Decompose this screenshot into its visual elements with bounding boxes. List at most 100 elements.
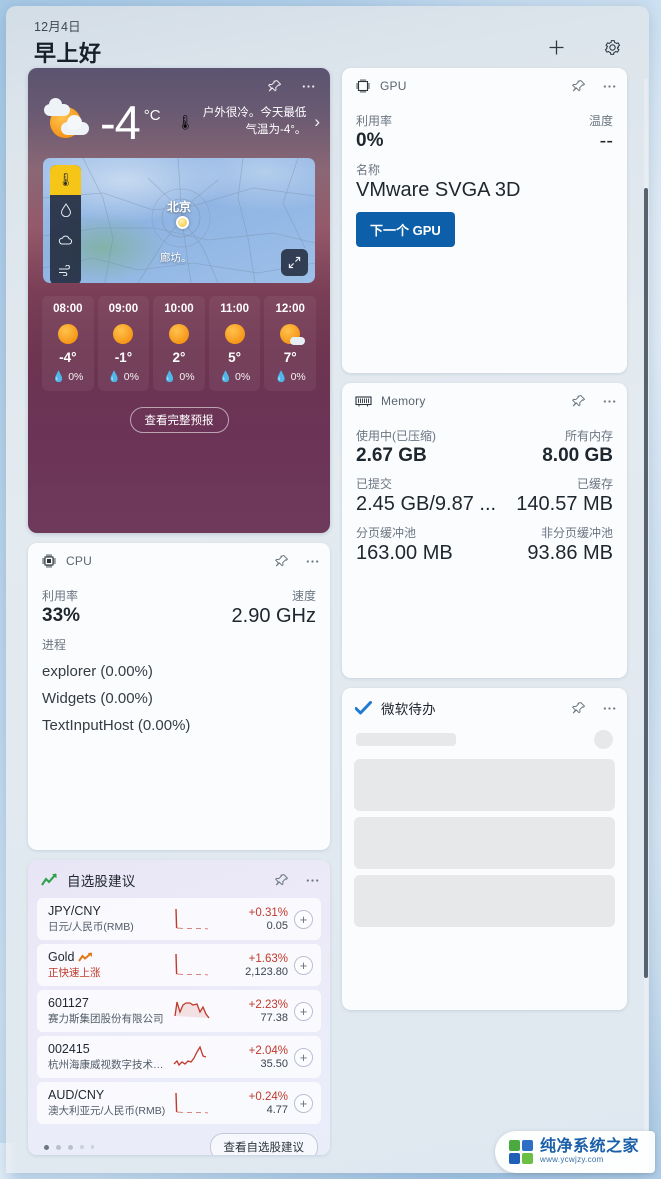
skeleton-task-item <box>354 759 615 811</box>
pin-icon[interactable] <box>570 393 586 409</box>
todo-widget-title: 微软待办 <box>381 702 436 717</box>
cpu-metrics-values: 33% 2.90 GHz <box>42 604 316 628</box>
pin-icon[interactable] <box>273 872 289 888</box>
panel-scrollbar[interactable] <box>644 78 648 1168</box>
add-to-watchlist-button[interactable]: + <box>294 1093 313 1113</box>
stock-change: +2.23% <box>248 998 288 1011</box>
pin-icon[interactable] <box>570 78 586 94</box>
gpu-widget-actions <box>570 78 617 94</box>
skeleton-task-item <box>354 817 615 869</box>
site-watermark: 纯净系统之家 www.ycwjzy.com <box>495 1131 655 1173</box>
watermark-url: www.ycwjzy.com <box>540 1155 604 1165</box>
gpu-name-value: VMware SVGA 3D <box>356 179 521 201</box>
hour-time: 11:00 <box>220 303 249 315</box>
map-tool-temperature[interactable]: 🌡 <box>50 165 81 195</box>
pagination-dot[interactable] <box>90 1145 94 1149</box>
greeting-title: 早上好 <box>34 41 102 66</box>
pin-icon[interactable] <box>570 700 586 716</box>
next-gpu-button[interactable]: 下一个 GPU <box>356 212 455 247</box>
view-watchlist-button[interactable]: 查看自选股建议 <box>209 1133 318 1155</box>
map-layer-toolbar: 🌡 <box>50 165 81 283</box>
stock-symbol: 601127 <box>48 996 89 1010</box>
add-to-watchlist-button[interactable]: + <box>294 955 313 975</box>
checkmark-icon <box>355 701 372 715</box>
map-tool-clouds[interactable] <box>50 225 81 255</box>
pagination-dot[interactable] <box>44 1144 49 1150</box>
gpu-temperature-value: -- <box>599 130 613 152</box>
stock-sparkline <box>173 1045 207 1067</box>
stock-values: +0.24% 4.77 <box>226 1091 288 1116</box>
cpu-widget-body: 利用率 速度 33% 2.90 GHz 进程 explorer (0.00%) … <box>28 575 330 748</box>
more-horizontal-icon[interactable] <box>601 700 617 716</box>
hourly-item[interactable]: 10:00 2° 💧 0% <box>153 296 205 391</box>
scrollbar-thumb[interactable] <box>644 188 648 978</box>
hour-temperature: 7° <box>283 350 297 365</box>
pagination-dot[interactable] <box>80 1145 84 1149</box>
memory-widget-title: Memory <box>381 394 426 408</box>
stock-identity: 601127 赛力斯集团股份有限公司 <box>48 996 166 1026</box>
stock-symbol: 002415 <box>48 1042 90 1056</box>
pin-icon[interactable] <box>266 78 282 94</box>
more-horizontal-icon[interactable] <box>300 78 316 94</box>
more-horizontal-icon[interactable] <box>304 553 320 569</box>
widget-settings-button[interactable] <box>597 32 627 62</box>
watermark-text: 纯净系统之家 www.ycwjzy.com <box>540 1139 639 1165</box>
todo-widget-header: 微软待办 <box>342 688 627 724</box>
add-to-watchlist-button[interactable]: + <box>294 909 313 929</box>
widgets-columns: -4 °C 🌡 户外很冷。今天最低气温为-4°。 › 🌡 北京 廊坊。 08:0… <box>6 68 649 1155</box>
cpu-widget-header: CPU <box>28 543 330 575</box>
stock-row[interactable]: 002415 杭州海康威视数字技术股份... +2.04% 35.50 + <box>37 1036 321 1078</box>
weather-map[interactable]: 🌡 北京 廊坊。 <box>43 158 315 283</box>
todo-widget-actions <box>570 700 617 716</box>
map-tool-precipitation[interactable] <box>50 195 81 225</box>
hourly-item[interactable]: 08:00 -4° 💧 0% <box>42 296 94 391</box>
memory-inuse-label: 使用中(已压缩) <box>356 429 436 443</box>
stock-row[interactable]: 601127 赛力斯集团股份有限公司 +2.23% 77.38 + <box>37 990 321 1032</box>
gpu-utilization-value: 0% <box>356 130 384 151</box>
stock-sparkline <box>175 1092 209 1114</box>
stock-values: +1.63% 2,123.80 <box>226 953 288 978</box>
stock-row[interactable]: AUD/CNY 澳大利亚元/人民币(RMB) +0.24% 4.77 + <box>37 1082 321 1124</box>
cpu-utilization-label: 利用率 <box>42 589 79 603</box>
pin-icon[interactable] <box>273 553 289 569</box>
gpu-temperature-label: 温度 <box>588 114 613 128</box>
more-horizontal-icon[interactable] <box>601 393 617 409</box>
map-city-marker <box>176 216 189 229</box>
stock-identity: Gold 正快速上涨 <box>48 950 166 980</box>
hourly-item[interactable]: 11:00 5° 💧 0% <box>208 296 261 391</box>
memory-widget-actions <box>570 393 617 409</box>
widgets-panel: 12月4日 早上好 -4 °C 🌡 户外很冷。今天最低气温为-4°。 › 🌡 北… <box>6 6 649 1173</box>
add-widget-button[interactable] <box>541 32 571 62</box>
map-tool-wind[interactable] <box>50 255 81 283</box>
weather-widget-actions <box>28 68 330 94</box>
more-horizontal-icon[interactable] <box>601 78 617 94</box>
full-forecast-button[interactable]: 查看完整预报 <box>129 407 229 433</box>
gpu-name-label: 名称 <box>356 163 381 177</box>
more-horizontal-icon[interactable] <box>304 872 320 888</box>
cpu-process-item: TextInputHost (0.00%) <box>42 717 191 734</box>
hourly-item[interactable]: 12:00 7° 💧 0% <box>264 296 316 391</box>
stock-row[interactable]: Gold 正快速上涨 +1.63% 2,123.80 + <box>37 944 321 986</box>
hourly-item[interactable]: 09:00 -1° 💧 0% <box>97 296 150 391</box>
weather-widget[interactable]: -4 °C 🌡 户外很冷。今天最低气温为-4°。 › 🌡 北京 廊坊。 08:0… <box>28 68 330 533</box>
map-expand-button[interactable] <box>281 249 308 276</box>
weather-note-text: 户外很冷。今天最低气温为-4°。 <box>202 107 307 136</box>
stock-name: 正快速上涨 <box>48 967 101 979</box>
stock-row[interactable]: JPY/CNY 日元/人民币(RMB) +0.31% 0.05 + <box>37 898 321 940</box>
hour-precipitation: 💧 0% <box>52 371 84 383</box>
hour-time: 09:00 <box>108 303 139 315</box>
current-temperature: -4 <box>100 95 141 149</box>
add-to-watchlist-button[interactable]: + <box>294 1047 313 1067</box>
gpu-widget: GPU 利用率 温度 0% -- 名称 VMware SVGA 3D 下一个 G… <box>342 68 627 373</box>
plus-icon <box>549 40 563 54</box>
weather-footer: 查看完整预报 <box>28 391 330 433</box>
chevron-right-icon[interactable]: › <box>308 112 322 132</box>
add-to-watchlist-button[interactable]: + <box>294 1001 313 1021</box>
cpu-speed-value: 2.90 GHz <box>231 605 316 627</box>
pagination-dot[interactable] <box>68 1144 73 1150</box>
stock-price: 0.05 <box>266 919 288 932</box>
stock-symbol-text: Gold <box>48 950 75 964</box>
pagination-dots[interactable] <box>44 1144 94 1150</box>
pagination-dot[interactable] <box>56 1144 61 1150</box>
memory-total-value: 8.00 GB <box>542 445 613 466</box>
